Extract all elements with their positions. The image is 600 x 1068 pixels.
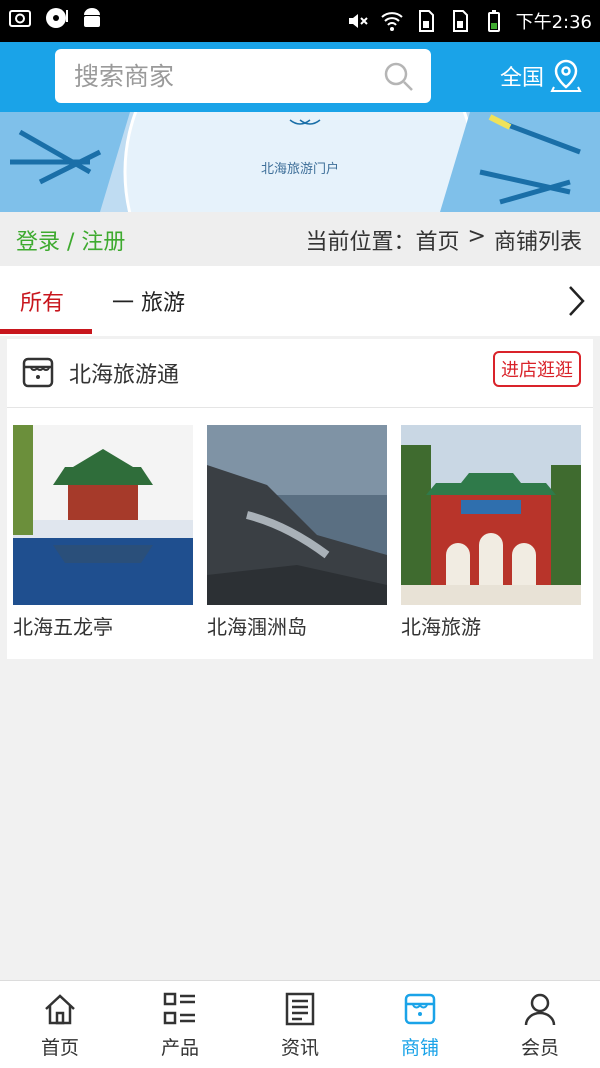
item-caption: 北海涠洲岛 xyxy=(207,615,307,639)
category-tabs: 所有 一 旅游 xyxy=(0,266,600,336)
banner-title: 北海旅游门户 xyxy=(260,162,339,177)
store-icon xyxy=(22,357,54,388)
search-input[interactable] xyxy=(72,60,366,92)
bottom-nav: 首页 产品 资讯 商铺 会员 xyxy=(0,980,600,1068)
status-time: 下午2:36 xyxy=(515,12,592,33)
nav-stores[interactable]: 商铺 xyxy=(360,991,480,1060)
screenshot-icon xyxy=(9,10,31,27)
shop-name[interactable]: 北海旅游通 xyxy=(69,357,179,389)
grid-list-icon xyxy=(163,992,195,1025)
pavilion-image xyxy=(13,425,193,605)
sim2-icon xyxy=(452,10,468,32)
enter-shop-button[interactable]: 进店逛逛 xyxy=(493,351,581,387)
shop-item[interactable]: 北海旅游 xyxy=(401,425,581,640)
breadcrumb-current: 商铺列表 xyxy=(493,230,582,255)
breadcrumb-prefix: 当前位置： xyxy=(305,230,416,255)
location-pin-icon xyxy=(550,59,582,92)
android-icon xyxy=(84,8,100,27)
nav-stores-label: 商铺 xyxy=(400,1037,439,1059)
user-icon xyxy=(524,993,556,1026)
tab-travel[interactable]: 一 旅游 xyxy=(112,285,185,317)
battery-icon xyxy=(487,10,500,32)
nav-member[interactable]: 会员 xyxy=(480,991,600,1060)
shop-header: 北海旅游通 进店逛逛 xyxy=(7,339,593,408)
disc-icon xyxy=(46,8,68,28)
shop-item[interactable]: 北海五龙亭 xyxy=(13,425,193,640)
shop-card: 北海旅游通 进店逛逛 北海五龙亭 北海涠洲岛 北海旅游 xyxy=(7,339,593,659)
search-icon[interactable] xyxy=(383,61,415,93)
nav-member-label: 会员 xyxy=(520,1037,559,1059)
region-selector[interactable]: 全国 xyxy=(500,59,582,93)
region-label: 全国 xyxy=(499,66,544,91)
status-bar: 下午2:36 xyxy=(0,0,600,42)
chevron-right-icon[interactable] xyxy=(566,284,588,318)
header: 全国 xyxy=(0,42,600,112)
tab-all[interactable]: 所有 xyxy=(20,285,64,317)
store-icon xyxy=(404,993,436,1025)
wifi-icon xyxy=(380,12,403,31)
shop-items: 北海五龙亭 北海涠洲岛 北海旅游 xyxy=(13,425,587,639)
sim1-icon xyxy=(418,10,434,32)
breadcrumb-home[interactable]: 首页 xyxy=(416,224,460,256)
nav-products-label: 产品 xyxy=(160,1037,199,1059)
banner[interactable]: 北海旅游门户 xyxy=(0,112,600,212)
home-icon xyxy=(45,994,75,1025)
news-icon xyxy=(285,992,315,1026)
nav-news[interactable]: 资讯 xyxy=(240,991,360,1060)
nav-products[interactable]: 产品 xyxy=(120,991,240,1060)
nav-news-label: 资讯 xyxy=(280,1037,319,1059)
search-bar[interactable] xyxy=(55,49,431,103)
active-tab-indicator xyxy=(0,329,92,334)
nav-home[interactable]: 首页 xyxy=(0,991,120,1060)
item-caption: 北海旅游 xyxy=(401,615,481,639)
mute-icon xyxy=(348,14,368,28)
breadcrumb: 当前位置： 首页 > 商铺列表 xyxy=(306,224,582,256)
login-register-link[interactable]: 登录 / 注册 xyxy=(16,224,125,256)
archway-image xyxy=(401,425,581,605)
item-caption: 北海五龙亭 xyxy=(13,615,113,639)
seascape-image xyxy=(207,425,387,605)
nav-home-label: 首页 xyxy=(40,1037,79,1059)
shop-item[interactable]: 北海涠洲岛 xyxy=(207,425,387,640)
breadcrumb-bar: 登录 / 注册 当前位置： 首页 > 商铺列表 xyxy=(0,212,600,266)
breadcrumb-separator: > xyxy=(467,224,486,249)
